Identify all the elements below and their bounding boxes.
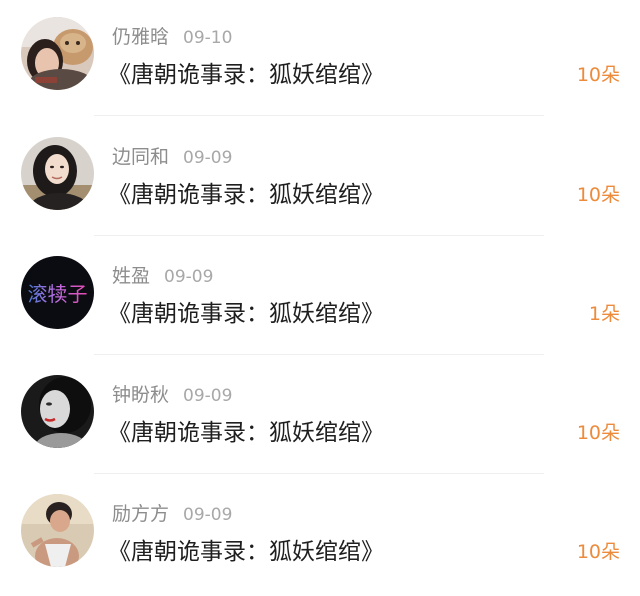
- list-item[interactable]: 滚犊子 姓盈 09-09 《唐朝诡事录：狐妖绾绾》 1朵: [0, 239, 640, 358]
- avatar[interactable]: [21, 17, 94, 90]
- item-meta: 姓盈 09-09: [112, 263, 213, 289]
- date: 09-09: [183, 386, 233, 406]
- gift-record-list: 仍雅晗 09-10 《唐朝诡事录：狐妖绾绾》 10朵 边同和 09-09 《唐朝诡事…: [0, 0, 640, 590]
- avatar[interactable]: [21, 375, 94, 448]
- avatar-man-in-tank-top-icon: [21, 494, 94, 567]
- gift-count: 10朵: [576, 64, 620, 86]
- avatar-text-logo-icon: 滚犊子: [21, 256, 94, 329]
- username[interactable]: 仍雅晗: [112, 26, 169, 48]
- username[interactable]: 励方方: [112, 503, 169, 525]
- gift-count: 10朵: [576, 422, 620, 444]
- list-item[interactable]: 边同和 09-09 《唐朝诡事录：狐妖绾绾》 10朵: [0, 120, 640, 239]
- divider: [94, 115, 544, 116]
- book-title[interactable]: 《唐朝诡事录：狐妖绾绾》: [108, 416, 384, 450]
- divider: [94, 354, 544, 355]
- list-item[interactable]: 仍雅晗 09-10 《唐朝诡事录：狐妖绾绾》 10朵: [0, 0, 640, 119]
- avatar-woman-portrait-icon: [21, 137, 94, 210]
- item-meta: 边同和 09-09: [112, 144, 232, 170]
- avatar-text: 滚犊子: [28, 282, 88, 306]
- avatar-bw-woman-portrait-icon: [21, 375, 94, 448]
- item-meta: 励方方 09-09: [112, 501, 232, 527]
- date: 09-10: [183, 28, 233, 48]
- username[interactable]: 边同和: [112, 146, 169, 168]
- list-item[interactable]: 励方方 09-09 《唐朝诡事录：狐妖绾绾》 10朵: [0, 477, 640, 596]
- book-title[interactable]: 《唐朝诡事录：狐妖绾绾》: [108, 178, 384, 212]
- username[interactable]: 钟盼秋: [112, 384, 169, 406]
- item-meta: 仍雅晗 09-10: [112, 24, 232, 50]
- divider: [94, 235, 544, 236]
- avatar-girl-with-cat-icon: [21, 17, 94, 90]
- divider: [94, 473, 544, 474]
- gift-count: 10朵: [576, 541, 620, 563]
- list-item[interactable]: 钟盼秋 09-09 《唐朝诡事录：狐妖绾绾》 10朵: [0, 358, 640, 477]
- gift-count: 10朵: [576, 184, 620, 206]
- avatar[interactable]: 滚犊子: [21, 256, 94, 329]
- avatar[interactable]: [21, 494, 94, 567]
- date: 09-09: [164, 267, 214, 287]
- date: 09-09: [183, 148, 233, 168]
- item-meta: 钟盼秋 09-09: [112, 382, 232, 408]
- username[interactable]: 姓盈: [112, 265, 150, 287]
- book-title[interactable]: 《唐朝诡事录：狐妖绾绾》: [108, 535, 384, 569]
- book-title[interactable]: 《唐朝诡事录：狐妖绾绾》: [108, 58, 384, 92]
- avatar[interactable]: [21, 137, 94, 210]
- date: 09-09: [183, 505, 233, 525]
- book-title[interactable]: 《唐朝诡事录：狐妖绾绾》: [108, 297, 384, 331]
- gift-count: 1朵: [588, 303, 620, 325]
